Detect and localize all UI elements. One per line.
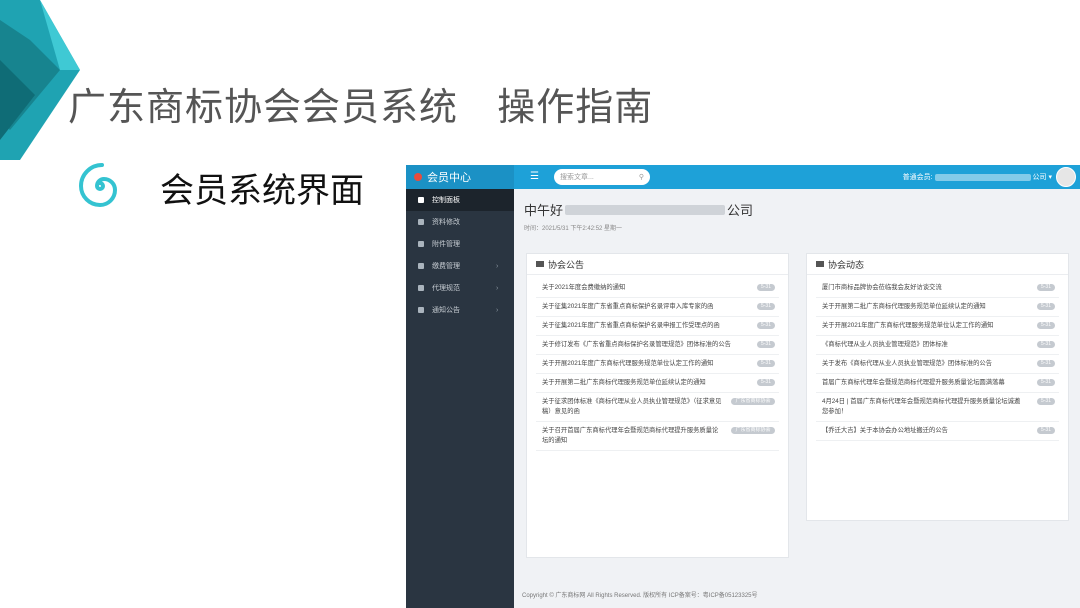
brand-logo-icon [414,173,422,181]
list-item-title: 关于开展2021年度广东商标代理服务规范单位认定工作的通知 [542,360,714,367]
date-badge: 5-31 [756,303,775,310]
list-item[interactable]: 关于开展2021年度广东商标代理服务规范单位认定工作的通知 5-31 [536,355,779,374]
list-item-title: 关于开展2021年度广东商标代理服务规范单位认定工作的通知 [822,322,994,329]
list-item-title: 关于发布《商标代理从业人员执业管理规范》团体标准的公告 [822,360,993,367]
slide-title: 广东商标协会会员系统 操作指南 [68,85,654,129]
list-item-title: 关于征集2021年度广东省重点商标保护名录申报工作受理点的函 [542,322,720,329]
slide-subtitle: 会员系统界面 [160,171,364,211]
user-icon [418,219,424,225]
list-item-title: 4月24日 | 首届广东商标代理年会暨规范商标代理提升服务质量论坛诚邀您参加！ [822,398,1021,415]
greeting: 中午好 公司 [524,203,754,218]
footer-copyright: Copyright © 广东商标网 All Rights Reserved. 版… [522,593,758,599]
list-item-title: 关于开展第二批广东商标代理服务规范单位延续认定的通知 [822,303,986,310]
search-placeholder: 搜索文章... [560,174,594,181]
date-badge: 5-31 [756,341,775,348]
list-item[interactable]: 4月24日 | 首届广东商标代理年会暨规范商标代理提升服务质量论坛诚邀您参加！ 5… [816,393,1059,422]
user-icon [418,241,424,247]
announcements-panel: 协会公告 关于2021年度会费缴纳的通知 5-31 关于征集2021年度广东省重点商… [526,253,789,558]
date-badge: 5-31 [1036,303,1055,310]
date-badge: 5-31 [1036,284,1055,291]
chevron-right-icon: › [496,262,499,270]
list-item[interactable]: 关于修订发布《广东省重点商标保护名录管理规范》团体标准的公告 5-31 [536,336,779,355]
list-item[interactable]: 关于征集2021年度广东省重点商标保护名录申报工作受理点的函 5-31 [536,317,779,336]
list-item-title: 首届广东商标代理年会暨规范商标代理提升服务质量论坛圆满落幕 [822,379,1005,386]
list-icon [418,263,424,269]
news-panel: 协会动态 厦门市商标品牌协会莅临我会友好访谈交流 5-31 关于开展第二批广东商标代… [806,253,1069,521]
brand[interactable]: 会员中心 [406,165,514,189]
date-badge: 5-31 [1036,379,1055,386]
list-item[interactable]: 《商标代理从业人员执业管理规范》团体标准 5-31 [816,336,1059,355]
list-icon [418,285,424,291]
date-badge: 5-31 [1036,341,1055,348]
top-bar: 会员中心 ☰ 搜索文章... ⚲ 普通会员: 公司 ▾ [406,165,1080,189]
list-item-title: 关于2021年度会费缴纳的通知 [542,284,626,291]
date-badge: 广东省商标协会 [731,398,775,405]
list-item[interactable]: 关于征集2021年度广东省重点商标保护名录评审入库专家的函 5-31 [536,298,779,317]
list-item[interactable]: 关于征求团体标准《商标代理从业人员执业管理规范》（征求意见稿）意见的函 广东省商标… [536,393,779,422]
chevron-down-icon: ▾ [1046,174,1052,181]
list-item[interactable]: 关于开展2021年度广东商标代理服务规范单位认定工作的通知 5-31 [816,317,1059,336]
user-company-suffix: 公司 [1032,174,1047,181]
list-item-title: 关于修订发布《广东省重点商标保护名录管理规范》团体标准的公告 [542,341,731,348]
list-item-title: 《商标代理从业人员执业管理规范》团体标准 [822,341,948,348]
news-list: 厦门市商标品牌协会莅临我会友好访谈交流 5-31 关于开展第二批广东商标代理服务规范… [807,275,1068,441]
user-name-redacted [934,173,1031,181]
list-item-title: 关于开展第二批广东商标代理服务规范单位延续认定的通知 [542,379,706,386]
date-badge: 广东省商标协会 [731,427,775,434]
chevron-right-icon: › [496,284,499,292]
date-badge: 5-31 [756,360,775,367]
user-menu[interactable]: 普通会员: 公司 ▾ [903,165,1052,189]
list-item[interactable]: 关于开展第二批广东商标代理服务规范单位延续认定的通知 5-31 [816,298,1059,317]
list-item[interactable]: 厦门市商标品牌协会莅临我会友好访谈交流 5-31 [816,279,1059,298]
sidebar-item-notices[interactable]: 通知公告 › [406,299,514,321]
list-item-title: 厦门市商标品牌协会莅临我会友好访谈交流 [822,284,942,291]
sidebar-item-agent-rules[interactable]: 代理规范 › [406,277,514,299]
member-system-screenshot: 会员中心 ☰ 搜索文章... ⚲ 普通会员: 公司 ▾ 控制面板 资料修改 附件… [406,165,1080,608]
date-badge: 5-31 [1036,322,1055,329]
announcement-list: 关于2021年度会费缴纳的通知 5-31 关于征集2021年度广东省重点商标保护名录… [527,275,788,451]
list-item[interactable]: 关于2021年度会费缴纳的通知 5-31 [536,279,779,298]
list-item[interactable]: 【乔迁大吉】关于本协会办公地址搬迁的公告 5-31 [816,422,1059,441]
sidebar: 控制面板 资料修改 附件管理 缴费管理 › 代理规范 › 通知公告 › [406,189,514,608]
panel-header: 协会公告 [527,254,788,275]
list-item[interactable]: 关于发布《商标代理从业人员执业管理规范》团体标准的公告 5-31 [816,355,1059,374]
chart-icon [418,197,424,203]
user-role: 普通会员: [902,174,933,181]
list-item[interactable]: 关于召开首届广东商标代理年会暨规范商标代理提升服务质量论坛的通知 广东省商标协会 [536,422,779,451]
date-badge: 5-31 [756,379,775,386]
sidebar-item-profile[interactable]: 资料修改 [406,211,514,233]
date-badge: 5-31 [756,284,775,291]
menu-toggle-icon[interactable]: ☰ [530,172,539,182]
list-item[interactable]: 关于开展第二批广东商标代理服务规范单位延续认定的通知 5-31 [536,374,779,393]
search-icon[interactable]: ⚲ [639,173,644,181]
list-item-title: 关于召开首届广东商标代理年会暨规范商标代理提升服务质量论坛的通知 [542,427,719,444]
date-badge: 5-31 [1036,360,1055,367]
list-icon [816,261,824,267]
spiral-icon [78,163,118,208]
search-input[interactable]: 搜索文章... ⚲ [554,169,650,185]
company-name-redacted [565,204,726,215]
list-icon [418,307,424,313]
login-time: 时间：2021/5/31 下午2:42:52 星期一 [524,226,623,232]
sidebar-item-attachments[interactable]: 附件管理 [406,233,514,255]
list-item[interactable]: 首届广东商标代理年会暨规范商标代理提升服务质量论坛圆满落幕 5-31 [816,374,1059,393]
list-icon [536,261,544,267]
date-badge: 5-31 [756,322,775,329]
chevron-right-icon: › [496,306,499,314]
sidebar-item-payments[interactable]: 缴费管理 › [406,255,514,277]
list-item-title: 关于征集2021年度广东省重点商标保护名录评审入库专家的函 [542,303,714,310]
list-item-title: 【乔迁大吉】关于本协会办公地址搬迁的公告 [822,427,948,434]
avatar[interactable] [1056,167,1076,187]
brand-label: 会员中心 [427,172,471,184]
date-badge: 5-31 [1036,427,1055,434]
list-item-title: 关于征求团体标准《商标代理从业人员执业管理规范》（征求意见稿）意见的函 [542,398,722,415]
date-badge: 5-31 [1036,398,1055,405]
panel-header: 协会动态 [807,254,1068,275]
sidebar-item-dashboard[interactable]: 控制面板 [406,189,514,211]
